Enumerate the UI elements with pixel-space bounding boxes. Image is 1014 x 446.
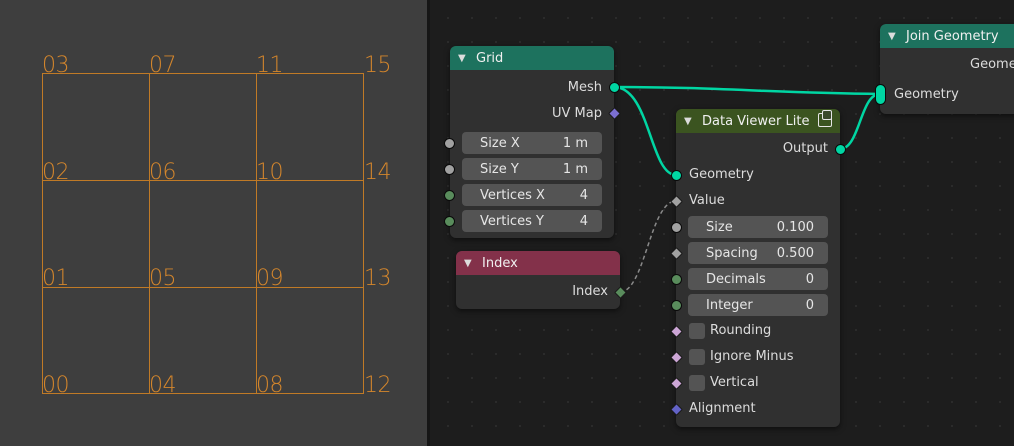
vertex-index-label: 10 [256,160,284,185]
field-value: 1 m [562,161,588,177]
node-editor[interactable]: ▼ Grid Mesh UV Map Size X 1 m Size Y 1 m… [430,0,1014,446]
vertices-x-field[interactable]: Vertices X 4 [462,184,602,206]
node-title: Join Geometry [906,28,999,44]
decimals-field[interactable]: Decimals 0 [688,268,828,290]
field-label: Spacing [706,245,758,261]
ignore-minus-label: Ignore Minus [710,349,794,364]
field-value: 0.500 [776,245,814,261]
node-title: Grid [476,50,504,66]
rounding-label: Rounding [710,323,772,338]
field-value: 0 [805,297,814,313]
viewer-geometry-input-socket[interactable] [671,170,682,181]
spacing-field[interactable]: Spacing 0.500 [688,242,828,264]
3d-viewport[interactable]: 03 07 11 15 02 06 10 14 01 05 09 13 00 0… [0,0,427,446]
link-index-to-viewer-value [619,200,677,293]
vertex-index-label: 04 [149,373,177,398]
vertex-index-label: 06 [149,160,177,185]
field-value: 0 [805,271,814,287]
grid-node-header[interactable]: ▼ Grid [450,46,614,70]
size-x-input-socket[interactable] [444,138,455,149]
viewer-output-socket[interactable] [835,144,846,155]
viewer-size-input-socket[interactable] [671,222,682,233]
alignment-input-label: Alignment [689,401,756,416]
output-geometry-label: Geome [970,57,1014,72]
vertex-index-label: 08 [256,373,284,398]
geometry-input-label: Geometry [689,167,754,182]
ignore-minus-checkbox[interactable] [689,349,705,365]
join-geometry-multi-input-socket[interactable] [875,84,886,105]
geometry-input-label: Geometry [894,87,959,102]
output-mesh-label: Mesh [567,80,602,95]
vertical-checkbox[interactable] [689,375,705,391]
size-field[interactable]: Size 0.100 [688,216,828,238]
link-mesh-to-join [613,85,881,96]
vertices-y-field[interactable]: Vertices Y 4 [462,210,602,232]
chevron-down-icon[interactable]: ▼ [464,258,476,269]
size-x-field[interactable]: Size X 1 m [462,132,602,154]
vertices-y-input-socket[interactable] [444,216,455,227]
chevron-down-icon[interactable]: ▼ [458,53,470,64]
field-value: 4 [579,213,588,229]
viewer-toggle-icon[interactable] [818,110,832,127]
index-node-header[interactable]: ▼ Index [456,251,620,275]
field-label: Size Y [480,161,519,177]
field-label: Decimals [706,271,766,287]
node-title: Data Viewer Lite [702,113,810,129]
integer-field[interactable]: Integer 0 [688,294,828,316]
field-value: 0.100 [776,219,814,235]
vertex-index-label: 11 [256,53,284,78]
field-label: Vertices Y [480,213,544,229]
output-index-label: Index [572,284,608,299]
output-label: Output [782,141,828,156]
output-uvmap-label: UV Map [552,106,602,121]
vertical-label: Vertical [710,375,759,390]
link-mesh-to-viewer-geometry [613,85,677,177]
join-geometry-node-header[interactable]: ▼ Join Geometry [880,24,1014,48]
vertex-index-label: 14 [364,160,392,185]
field-value: 1 m [562,135,588,151]
data-viewer-lite-node[interactable]: ▼ Data Viewer Lite Output Geometry Value… [676,109,840,427]
vertex-index-label: 02 [42,160,70,185]
field-label: Vertices X [480,187,545,203]
vertex-index-label: 01 [42,266,70,291]
field-label: Size [706,219,733,235]
join-geometry-node[interactable]: ▼ Join Geometry Geome Geometry [880,24,1014,114]
vertex-index-label: 03 [42,53,70,78]
chevron-down-icon[interactable]: ▼ [684,116,696,127]
vertex-index-label: 12 [364,373,392,398]
field-label: Integer [706,297,753,313]
vertex-index-label: 09 [256,266,284,291]
node-title: Index [482,255,518,271]
grid-node[interactable]: ▼ Grid Mesh UV Map Size X 1 m Size Y 1 m… [450,46,614,238]
viewer-decimals-input-socket[interactable] [671,274,682,285]
vertex-index-label: 15 [364,53,392,78]
viewer-integer-input-socket[interactable] [671,300,682,311]
vertices-x-input-socket[interactable] [444,190,455,201]
vertex-index-label: 13 [364,266,392,291]
field-label: Size X [480,135,520,151]
index-node[interactable]: ▼ Index Index [456,251,620,309]
vertex-index-label: 00 [42,373,70,398]
size-y-field[interactable]: Size Y 1 m [462,158,602,180]
field-value: 4 [579,187,588,203]
link-viewer-output-to-join [839,92,881,151]
vertex-index-label: 07 [149,53,177,78]
data-viewer-node-header[interactable]: ▼ Data Viewer Lite [676,109,840,133]
size-y-input-socket[interactable] [444,164,455,175]
value-input-label: Value [689,193,725,208]
grid-mesh-output-socket[interactable] [609,82,620,93]
vertex-index-label: 05 [149,266,177,291]
rounding-checkbox[interactable] [689,323,705,339]
chevron-down-icon[interactable]: ▼ [888,31,900,42]
